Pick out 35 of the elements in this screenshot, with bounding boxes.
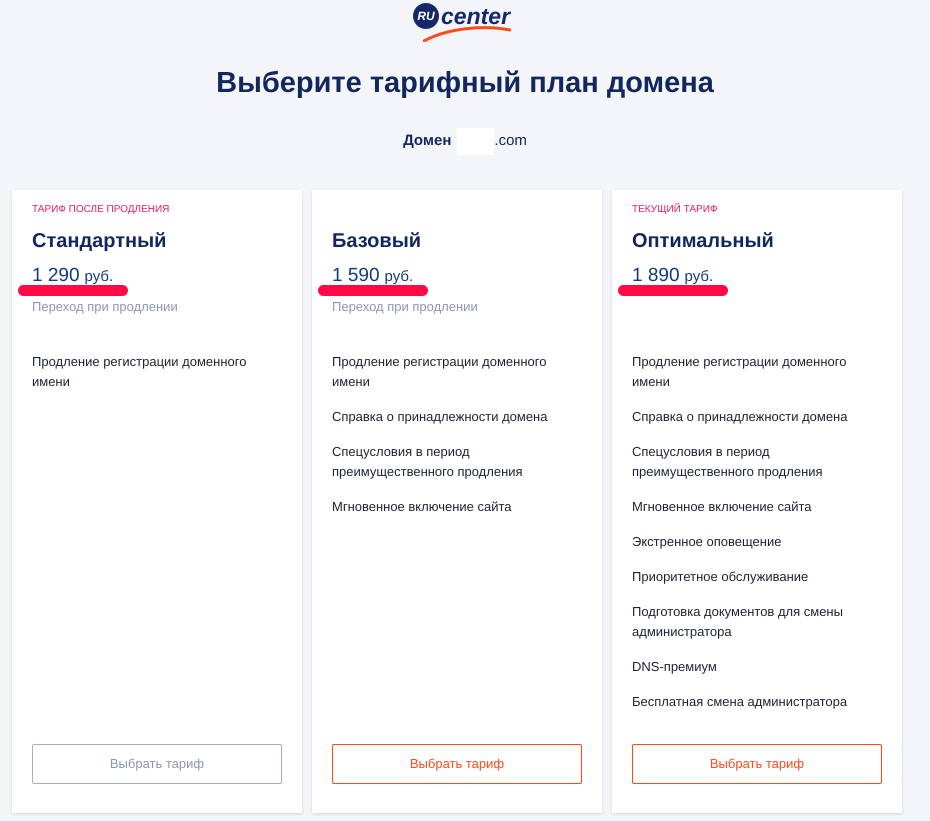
feature-item: Приоритетное обслуживание (632, 568, 810, 586)
logo-swoosh-icon (423, 26, 511, 42)
feature-item: Мгновенное включение сайта (632, 498, 813, 516)
domain-suffix: .com (494, 130, 527, 151)
plan-price: 1 290 (32, 264, 80, 288)
price-currency: руб. (384, 267, 414, 287)
plan-name: Оптимальный (632, 229, 774, 254)
select-plan-button[interactable]: Выбрать тариф (632, 744, 882, 784)
feature-item: Спецусловия в период преимущественного продления (332, 443, 524, 481)
feature-item: Справка о принадлежности домена (632, 408, 848, 426)
domain-label: Домен (403, 130, 452, 151)
plan-name: Базовый (332, 229, 422, 254)
feature-item: Продление регистрации доменного имени (332, 353, 548, 391)
plan-note: Переход при продлении (32, 298, 178, 316)
plan-tag: ТЕКУЩИЙ ТАРИФ (632, 203, 718, 217)
plan-price: 1 890 (632, 264, 680, 288)
feature-item: DNS-премиум (632, 658, 718, 676)
plan-tag: ТАРИФ ПОСЛЕ ПРОДЛЕНИЯ (32, 203, 170, 217)
feature-item: Бесплатная смена администратора (632, 693, 848, 711)
feature-item: Справка о принадлежности домена (332, 408, 548, 426)
logo-text: center (441, 3, 510, 29)
page-title: Выберите тарифный план домена (216, 66, 714, 101)
plan-note: Переход при продлении (332, 298, 478, 316)
feature-item: Экстренное оповещение (632, 533, 782, 551)
price-currency: руб. (84, 267, 114, 287)
feature-item: Продление регистрации доменного имени (32, 353, 248, 391)
plan-name: Стандартный (32, 229, 166, 254)
logo-badge: RU (413, 3, 439, 29)
feature-item: Мгновенное включение сайта (332, 498, 513, 516)
feature-item: Спецусловия в период преимущественного продления (632, 443, 824, 481)
plan-price: 1 590 (332, 264, 380, 288)
price-currency: руб. (684, 267, 714, 287)
feature-item: Продление регистрации доменного имени (632, 353, 848, 391)
select-plan-button[interactable]: Выбрать тариф (332, 744, 582, 784)
feature-item: Подготовка документов для смены администратора (632, 603, 844, 641)
